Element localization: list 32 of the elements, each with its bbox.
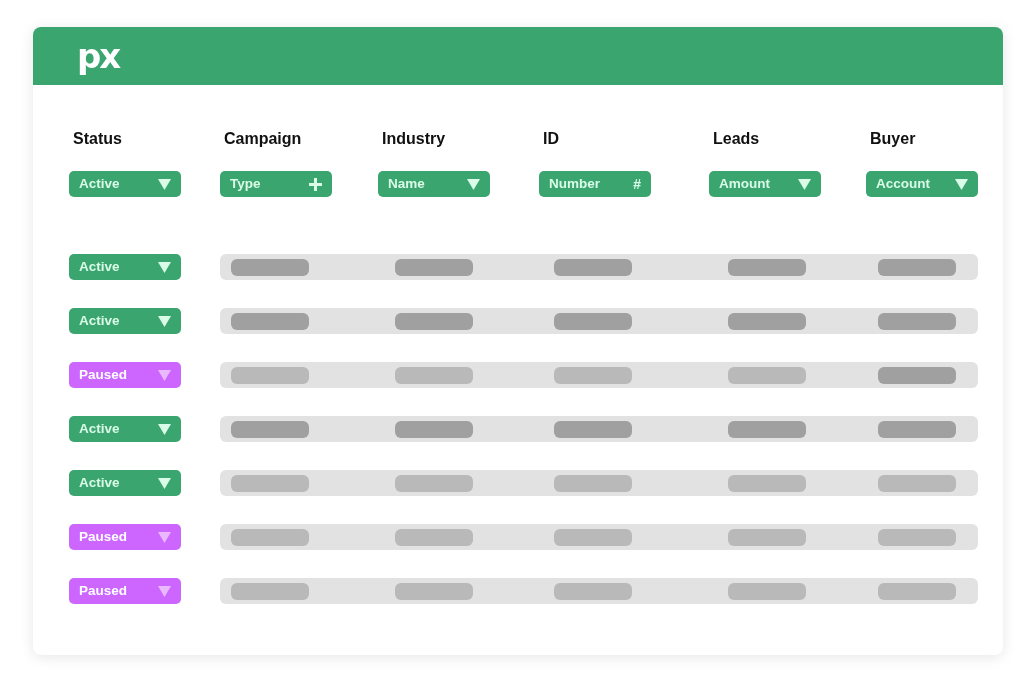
status-dropdown[interactable]: Active bbox=[69, 254, 181, 280]
caret-icon bbox=[158, 261, 171, 273]
number-filter-button[interactable]: Number # bbox=[539, 171, 651, 197]
column-header: Leads bbox=[713, 129, 761, 149]
status-dropdown[interactable]: Paused bbox=[69, 578, 181, 604]
status-dropdown[interactable]: Active bbox=[69, 308, 181, 334]
caret-icon bbox=[158, 477, 171, 489]
caret-icon bbox=[158, 423, 171, 435]
caret-icon bbox=[158, 585, 171, 597]
logo: px bbox=[77, 39, 120, 73]
caret-icon bbox=[467, 178, 480, 190]
filter-dropdown[interactable]: Account bbox=[866, 171, 978, 197]
column-header: Status bbox=[73, 129, 123, 149]
column-header: Buyer bbox=[870, 129, 917, 149]
column-header: ID bbox=[543, 129, 560, 149]
filter-dropdown[interactable]: Active bbox=[69, 171, 181, 197]
caret-icon bbox=[158, 369, 171, 381]
caret-icon bbox=[158, 531, 171, 543]
column-header: Industry bbox=[382, 129, 447, 149]
plus-icon bbox=[309, 177, 322, 191]
filter-dropdown[interactable]: Name bbox=[378, 171, 490, 197]
caret-icon bbox=[158, 178, 171, 190]
status-dropdown[interactable]: Active bbox=[69, 470, 181, 496]
caret-icon bbox=[955, 178, 968, 190]
status-dropdown[interactable]: Paused bbox=[69, 524, 181, 550]
filter-dropdown[interactable]: Amount bbox=[709, 171, 821, 197]
caret-icon bbox=[798, 178, 811, 190]
caret-icon bbox=[158, 315, 171, 327]
status-dropdown[interactable]: Active bbox=[69, 416, 181, 442]
add-filter-button[interactable]: Type bbox=[220, 171, 332, 197]
column-header: Campaign bbox=[224, 129, 303, 149]
status-dropdown[interactable]: Paused bbox=[69, 362, 181, 388]
